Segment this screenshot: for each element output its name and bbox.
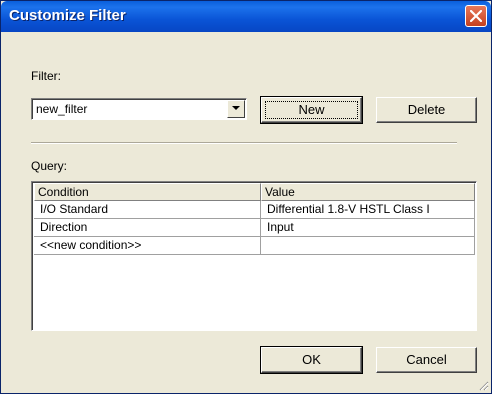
combo-dropdown-button[interactable] — [227, 100, 245, 118]
table-row[interactable]: <<new condition>> — [34, 237, 475, 255]
ok-button-label: OK — [302, 352, 321, 367]
customize-filter-dialog: Customize Filter Filter: new_filter New … — [0, 0, 492, 394]
query-grid[interactable]: Condition Value I/O Standard Differentia… — [31, 181, 477, 331]
grid-header: Condition Value — [34, 183, 475, 201]
column-header-condition[interactable]: Condition — [34, 183, 261, 201]
value-cell[interactable]: Differential 1.8-V HSTL Class I — [261, 201, 475, 219]
close-icon — [470, 10, 482, 22]
window-title: Customize Filter — [9, 7, 126, 24]
filter-label: Filter: — [31, 69, 61, 83]
filter-selected-value: new_filter — [36, 102, 88, 116]
cancel-button[interactable]: Cancel — [376, 347, 477, 373]
value-cell[interactable] — [261, 237, 475, 255]
ok-button[interactable]: OK — [260, 346, 363, 374]
resize-grip-icon[interactable] — [477, 379, 489, 391]
new-button[interactable]: New — [260, 96, 363, 124]
condition-cell[interactable]: <<new condition>> — [34, 237, 261, 255]
table-row[interactable]: I/O Standard Differential 1.8-V HSTL Cla… — [34, 201, 475, 219]
filter-combobox[interactable]: new_filter — [31, 98, 247, 120]
condition-cell[interactable]: Direction — [34, 219, 261, 237]
query-label: Query: — [31, 159, 68, 173]
value-cell[interactable]: Input — [261, 219, 475, 237]
condition-cell[interactable]: I/O Standard — [34, 201, 261, 219]
chevron-down-icon — [232, 106, 240, 110]
close-button[interactable] — [465, 5, 487, 27]
title-bar[interactable]: Customize Filter — [1, 1, 491, 32]
delete-button[interactable]: Delete — [376, 97, 477, 123]
separator — [31, 142, 457, 144]
cancel-button-label: Cancel — [406, 352, 447, 367]
table-row[interactable]: Direction Input — [34, 219, 475, 237]
delete-button-label: Delete — [407, 102, 446, 117]
new-button-label: New — [298, 102, 325, 117]
column-header-value[interactable]: Value — [261, 183, 475, 201]
